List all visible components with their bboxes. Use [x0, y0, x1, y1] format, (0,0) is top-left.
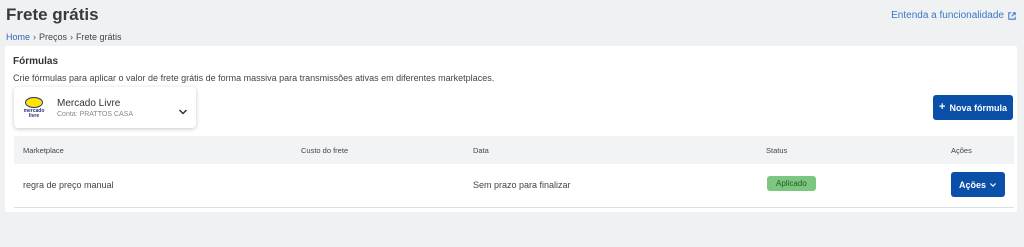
breadcrumb: Home › Preços › Frete grátis: [6, 32, 122, 42]
formulas-table: Marketplace Custo do frete Data Status A…: [14, 136, 1014, 208]
marketplace-select[interactable]: mercado livre Mercado Livre Conta: PRATT…: [14, 87, 196, 128]
row-actions-label: Ações: [958, 179, 986, 190]
page-title: Frete grátis: [6, 5, 99, 24]
column-actions: Ações: [951, 145, 972, 155]
chevron-right-icon: ›: [70, 32, 74, 42]
column-status: Status: [766, 145, 788, 155]
section-title: Fórmulas: [13, 56, 59, 67]
cell-date: Sem prazo para finalizar: [473, 180, 571, 190]
help-link-label: Entenda a funcionalidade: [891, 10, 1004, 21]
column-date: Data: [473, 145, 489, 155]
plus-icon: +: [939, 101, 946, 113]
new-formula-label: Nova fórmula: [949, 102, 1007, 113]
marketplace-account: Conta: PRATTOS CASA: [57, 110, 133, 118]
cell-marketplace: regra de preço manual: [23, 180, 114, 190]
chevron-down-icon[interactable]: [178, 103, 188, 121]
column-shipping-cost: Custo do frete: [301, 145, 349, 155]
table-header: Marketplace Custo do frete Data Status A…: [14, 136, 1014, 164]
new-formula-button[interactable]: + Nova fórmula: [933, 95, 1013, 120]
help-link[interactable]: Entenda a funcionalidade: [891, 10, 1016, 21]
section-description: Crie fórmulas para aplicar o valor de fr…: [13, 73, 495, 83]
breadcrumb-prices[interactable]: Preços: [39, 32, 67, 42]
status-badge: Aplicado: [767, 176, 816, 191]
table-row: regra de preço manual Sem prazo para fin…: [14, 164, 1014, 208]
chevron-down-icon: [989, 180, 997, 190]
formulas-card: Fórmulas Crie fórmulas para aplicar o va…: [5, 46, 1017, 212]
chevron-right-icon: ›: [33, 32, 37, 42]
breadcrumb-current: Frete grátis: [76, 32, 122, 42]
breadcrumb-home[interactable]: Home: [6, 32, 30, 42]
external-link-icon: [1008, 11, 1016, 20]
mercado-livre-logo: mercado livre: [21, 95, 47, 121]
column-marketplace: Marketplace: [23, 145, 64, 155]
marketplace-name: Mercado Livre: [57, 97, 121, 109]
row-actions-button[interactable]: Ações: [951, 172, 1005, 197]
